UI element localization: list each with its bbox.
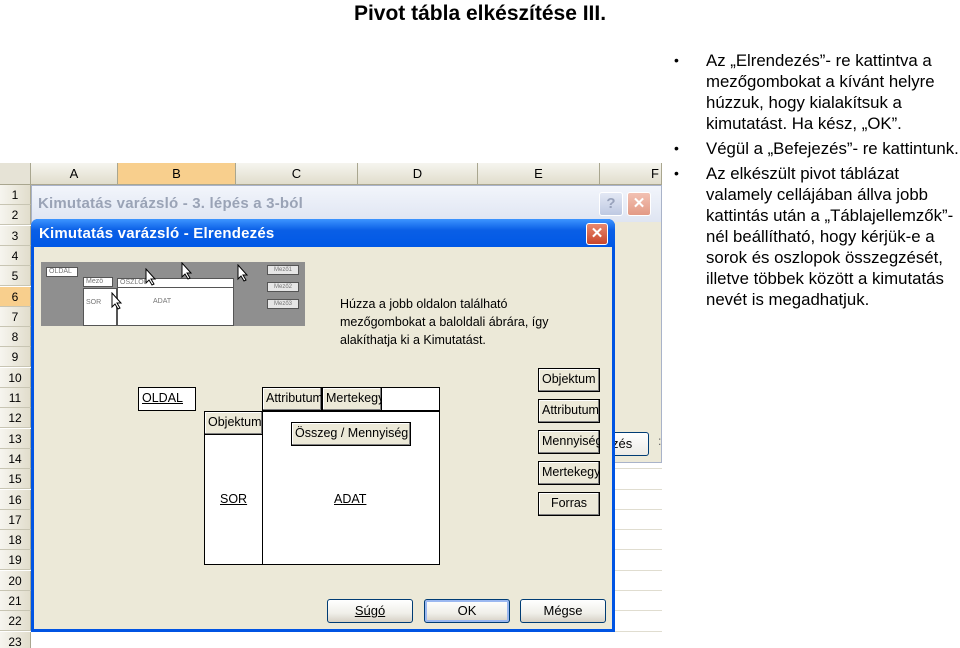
data-field-sum[interactable]: Összeg / Mennyiség — [291, 422, 411, 446]
mini-data-label: ADAT — [151, 298, 177, 308]
row-header-18[interactable]: 18 — [0, 530, 31, 551]
mini-field-button-2: Mező2 — [267, 282, 299, 292]
row-area-label: SOR — [220, 492, 248, 506]
bullet-item: • Az elkészült pivot táblázat valamely ce… — [674, 164, 954, 309]
column-field-mertekegys[interactable]: Mertekegys — [322, 387, 382, 411]
column-header-a[interactable]: A — [31, 163, 118, 185]
row-header-2[interactable]: 2 — [0, 205, 31, 226]
column-field-attributum[interactable]: Attributum — [262, 387, 322, 411]
row-header-11[interactable]: 11 — [0, 388, 31, 408]
bullet-list: • Az „Elrendezés”- re kattintva a mezőgom… — [672, 50, 960, 314]
mini-column-area: OSZLOP — [117, 278, 234, 288]
row-header-23[interactable]: 23 — [0, 631, 31, 648]
cursor-icon — [181, 262, 193, 280]
field-button-attributum[interactable]: Attributum — [538, 399, 600, 423]
mini-row-field: Mező — [83, 277, 113, 287]
row-header-10[interactable]: 10 — [0, 367, 31, 388]
cursor-icon — [111, 292, 123, 310]
help-icon[interactable]: ? — [599, 192, 623, 216]
row-header-7[interactable]: 7 — [0, 306, 31, 327]
field-button-mertekegys[interactable]: Mertekegys — [538, 461, 600, 485]
bullet-icon: • — [674, 140, 679, 156]
help-button[interactable]: Súgó — [327, 599, 413, 623]
row-header-9[interactable]: 9 — [0, 347, 31, 368]
partial-text: : — [658, 434, 662, 448]
bullet-item: • Az „Elrendezés”- re kattintva a mezőgom… — [674, 51, 935, 133]
column-header-f[interactable]: F — [600, 163, 662, 185]
mini-page-area: OLDAL — [46, 267, 78, 277]
cursor-icon — [145, 268, 157, 286]
instruction-line: mezőgombokat a baloldali ábrára, így — [340, 315, 549, 329]
bullet-icon: • — [674, 52, 679, 68]
dialog-body: OLDAL Mező OSZLOP SOR ADAT Mező1 Mező2 M… — [34, 247, 612, 629]
row-header-20[interactable]: 20 — [0, 570, 31, 591]
column-header-c[interactable]: C — [236, 163, 358, 185]
row-header-15[interactable]: 15 — [0, 469, 31, 490]
row-field-objektum[interactable]: Objektum — [204, 411, 263, 435]
dialog-title: Kimutatás varázsló - Elrendezés — [39, 225, 275, 242]
row-header-1[interactable]: 1 — [0, 185, 31, 205]
row-header-19[interactable]: 19 — [0, 550, 31, 571]
instruction-text: Húzza a jobb oldalon található mezőgombo… — [340, 295, 548, 349]
close-icon[interactable]: ✕ — [586, 223, 608, 245]
ok-button[interactable]: OK — [424, 599, 510, 623]
page-area[interactable]: OLDAL — [138, 387, 196, 411]
instruction-line: Húzza a jobb oldalon található — [340, 297, 508, 311]
row-header-3[interactable]: 3 — [0, 225, 31, 246]
row-header-14[interactable]: 14 — [0, 448, 31, 469]
column-header-d[interactable]: D — [358, 163, 478, 185]
slide-title: Pivot tábla elkészítése III. — [353, 2, 607, 25]
layout-illustration: OLDAL Mező OSZLOP SOR ADAT Mező1 Mező2 M… — [41, 262, 305, 326]
row-header-21[interactable]: 21 — [0, 591, 31, 611]
column-header-e[interactable]: E — [478, 163, 600, 185]
cancel-button[interactable]: Mégse — [520, 599, 606, 623]
row-header-5[interactable]: 5 — [0, 266, 31, 287]
row-header-16[interactable]: 16 — [0, 489, 31, 510]
field-button-mennyiseg[interactable]: Mennyiség — [538, 430, 600, 454]
row-header-8[interactable]: 8 — [0, 327, 31, 348]
page-area-label: OLDAL — [142, 391, 183, 405]
row-header-22[interactable]: 22 — [0, 611, 31, 632]
cursor-icon — [237, 264, 249, 282]
row-header-6[interactable]: 6 — [0, 286, 31, 307]
row-header-4[interactable]: 4 — [0, 245, 31, 266]
mini-field-button-1: Mező1 — [267, 265, 299, 275]
dialog-title: Kimutatás varázsló - 3. lépés a 3-ból — [38, 195, 303, 212]
row-header-13[interactable]: 13 — [0, 428, 31, 449]
field-button-objektum[interactable]: Objektum — [538, 368, 600, 392]
select-all-corner[interactable] — [0, 163, 31, 185]
column-header-b[interactable]: B — [118, 163, 236, 185]
field-button-forras[interactable]: Forras — [538, 492, 600, 516]
layout-dialog: Kimutatás varázsló - Elrendezés ✕ OLDAL … — [31, 219, 615, 632]
data-area-label: ADAT — [334, 492, 367, 506]
row-header-17[interactable]: 17 — [0, 509, 31, 530]
instruction-line: alakíthatja ki a Kimutatást. — [340, 333, 486, 347]
row-header-12[interactable]: 12 — [0, 408, 31, 429]
dialog-titlebar[interactable]: Kimutatás varázsló - 3. lépés a 3-ból ? … — [32, 186, 661, 222]
close-icon[interactable]: ✕ — [627, 192, 651, 216]
bullet-icon: • — [674, 165, 679, 181]
bullet-item: • Végül a „Befejezés”- re kattintunk. — [674, 139, 959, 158]
dialog-titlebar[interactable]: Kimutatás varázsló - Elrendezés ✕ — [31, 219, 615, 247]
mini-field-button-3: Mező3 — [267, 299, 299, 309]
